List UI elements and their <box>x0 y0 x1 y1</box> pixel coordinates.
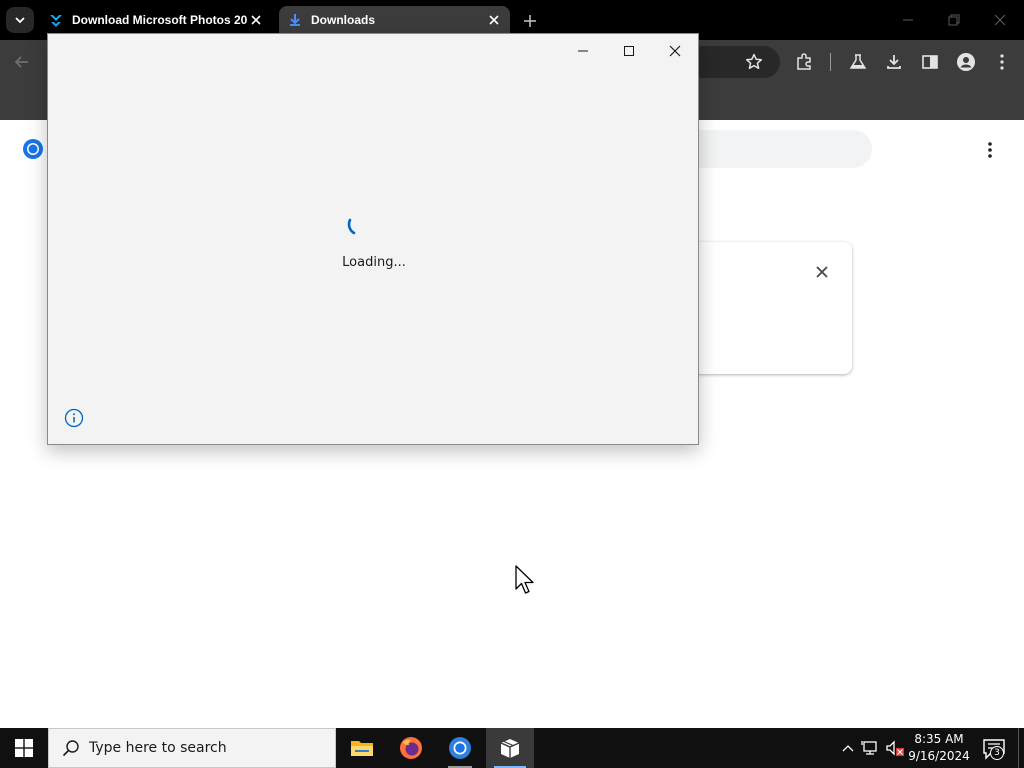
download-arrow-icon <box>50 15 62 27</box>
windows-logo-icon <box>15 739 33 757</box>
maximize-button[interactable] <box>614 40 644 62</box>
chevron-down-icon <box>15 17 25 24</box>
taskbar-file-explorer[interactable] <box>338 728 386 768</box>
close-button[interactable] <box>660 40 690 62</box>
downloads-search-field[interactable] <box>690 130 872 168</box>
start-button[interactable] <box>0 728 48 768</box>
chrome-icon <box>449 737 471 759</box>
close-icon <box>669 45 681 57</box>
new-tab-icon[interactable] <box>520 11 540 31</box>
installer-icon <box>500 739 520 758</box>
browser-close-icon[interactable] <box>990 10 1010 30</box>
installer-window: Loading... <box>47 33 699 445</box>
notification-count-badge: 3 <box>990 746 1004 760</box>
browser-minimize-icon[interactable] <box>898 10 918 30</box>
taskbar-installer[interactable] <box>486 728 534 768</box>
system-clock[interactable]: 8:35 AM 9/16/2024 <box>904 731 974 765</box>
show-hidden-icons-chevron-up-icon[interactable] <box>838 738 858 758</box>
close-tab-icon[interactable] <box>486 12 502 28</box>
taskbar-firefox[interactable] <box>387 728 435 768</box>
search-placeholder: Type here to search <box>89 740 227 756</box>
chrome-logo-icon <box>23 139 43 159</box>
network-icon[interactable] <box>861 738 881 758</box>
tab-downloads[interactable]: Downloads <box>279 6 510 34</box>
file-explorer-icon <box>351 741 373 756</box>
maximize-icon <box>624 46 634 56</box>
clock-time: 8:35 AM <box>914 732 964 746</box>
side-panel-icon[interactable] <box>920 52 940 72</box>
clock-date: 9/16/2024 <box>908 749 970 763</box>
tab-title: Downloads <box>311 13 376 27</box>
toolbar-separator <box>830 53 831 71</box>
taskbar-chrome[interactable] <box>436 728 484 768</box>
volume-muted-icon[interactable] <box>885 738 905 758</box>
labs-icon[interactable] <box>848 52 868 72</box>
firefox-icon <box>400 737 422 759</box>
tab-search-button[interactable] <box>6 7 34 33</box>
remove-download-icon[interactable] <box>812 262 832 282</box>
menu-icon[interactable] <box>992 52 1012 72</box>
extensions-icon[interactable] <box>794 52 814 72</box>
minimize-button[interactable] <box>568 40 598 62</box>
close-tab-icon[interactable] <box>248 12 264 28</box>
info-icon[interactable] <box>64 408 84 428</box>
download-icon <box>290 14 300 26</box>
star-icon[interactable] <box>744 52 764 72</box>
minimize-icon <box>578 50 588 52</box>
back-icon[interactable] <box>12 52 32 72</box>
download-icon[interactable] <box>884 52 904 72</box>
loading-status: Loading... <box>342 255 406 270</box>
spinner-icon <box>347 218 356 235</box>
browser-restore-icon[interactable] <box>944 10 964 30</box>
tab-download-photos[interactable]: Download Microsoft Photos 20 <box>40 6 272 34</box>
mouse-cursor-icon <box>515 565 534 594</box>
search-icon <box>62 740 79 757</box>
profile-icon[interactable] <box>956 52 976 72</box>
more-actions-icon[interactable] <box>980 140 1000 160</box>
tab-title: Download Microsoft Photos 20 <box>72 13 248 27</box>
taskbar-search-box[interactable]: Type here to search <box>48 728 336 768</box>
show-desktop-button[interactable] <box>1018 728 1024 768</box>
